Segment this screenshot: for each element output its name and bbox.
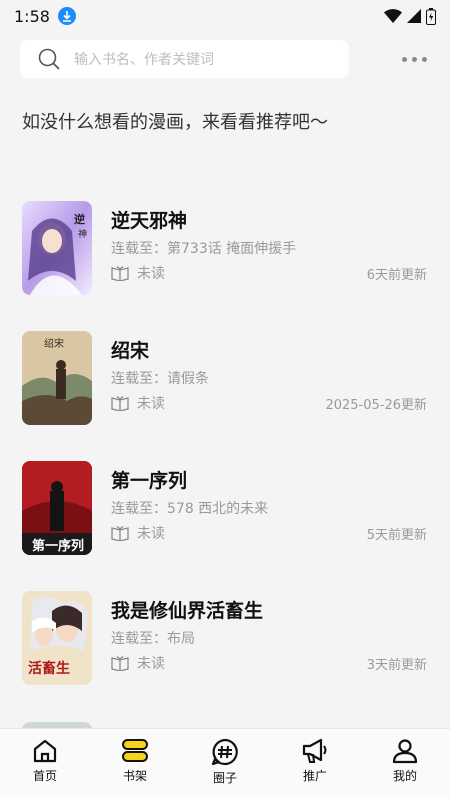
book-list-item[interactable]: 活畜生 我是修仙界活畜生 连载至：布局 未读 3天前更新 [0,591,450,701]
book-title: 绍宋 [111,340,150,362]
read-status: 未读 [137,266,165,282]
more-dot-icon [401,56,407,62]
search-input[interactable]: 输入书名、作者关键词 [20,40,349,78]
nav-label: 我的 [392,769,417,783]
latest-chapter: 连载至：布局 [111,631,195,647]
signal-icon [407,9,421,23]
read-status: 未读 [137,656,165,672]
read-status-row: 未读 [111,523,165,543]
read-status-row: 未读 [111,263,165,283]
nav-item-bookshelf[interactable]: 书架 [90,729,180,797]
nav-label: 书架 [122,769,147,783]
open-book-icon [111,266,129,281]
latest-chapter: 连载至：第733话 掩面伸援手 [111,241,297,257]
open-book-icon [111,526,129,541]
book-list-item[interactable]: 第一序列 第一序列 连载至：578 西北的未来 未读 5天前更新 [0,461,450,571]
latest-chapter: 连载至：请假条 [111,371,209,387]
svg-text:逆: 逆 [74,212,85,226]
open-book-icon [111,656,129,671]
update-time: 6天前更新 [366,268,427,283]
status-time: 1:58 [14,6,50,26]
update-time: 5天前更新 [366,528,427,543]
open-book-icon [111,396,129,411]
svg-text:神: 神 [78,228,87,240]
status-bar: 1:58 [0,0,450,32]
book-list-item[interactable]: 绍宋 绍宋 连载至：请假条 未读 2025-05-26更新 [0,331,450,441]
search-placeholder: 输入书名、作者关键词 [74,52,214,68]
home-icon [33,739,57,763]
read-status-row: 未读 [111,653,165,673]
book-cover[interactable]: 活畜生 [22,591,92,685]
search-icon [38,48,60,70]
latest-chapter: 连载至：578 西北的未来 [111,501,269,517]
svg-text:活畜生: 活畜生 [28,660,70,677]
book-cover[interactable]: 第一序列 [22,461,92,555]
megaphone-icon [302,738,327,763]
more-dot-icon [411,56,417,62]
nav-item-circle[interactable]: 圈子 [180,729,270,797]
download-icon [57,7,76,25]
hashtag-bubble-icon [211,738,238,766]
nav-item-home[interactable]: 首页 [0,729,90,797]
update-time: 3天前更新 [366,658,427,673]
status-icons [384,7,436,25]
bottom-navigation: 首页 书架 圈子 推广 我的 [0,728,450,797]
book-title: 第一序列 [111,470,188,492]
book-cover[interactable]: 逆 神 [22,201,92,295]
nav-item-profile[interactable]: 我的 [360,729,450,797]
book-title: 逆天邪神 [111,210,188,232]
book-list-item[interactable]: 逆 神 逆天邪神 连载至：第733话 掩面伸援手 未读 6天前更新 [0,201,450,311]
wifi-icon [384,9,402,23]
nav-label: 圈子 [212,771,237,785]
read-status: 未读 [137,526,165,542]
svg-text:绍宋: 绍宋 [44,337,64,350]
read-status: 未读 [137,396,165,412]
svg-text:第一序列: 第一序列 [32,538,84,554]
book-title: 我是修仙界活畜生 [111,600,264,622]
more-options-button[interactable] [392,49,436,69]
nav-label: 推广 [302,769,327,783]
profile-icon [392,739,418,764]
bookshelf-icon [122,739,148,762]
more-dot-icon [421,56,427,62]
battery-icon [426,7,436,25]
book-cover[interactable]: 绍宋 [22,331,92,425]
update-time: 2025-05-26更新 [325,398,427,413]
recommendation-prompt: 如没什么想看的漫画，来看看推荐吧～ [22,112,328,133]
nav-label: 首页 [32,769,57,783]
nav-item-promotion[interactable]: 推广 [270,729,360,797]
read-status-row: 未读 [111,393,165,413]
